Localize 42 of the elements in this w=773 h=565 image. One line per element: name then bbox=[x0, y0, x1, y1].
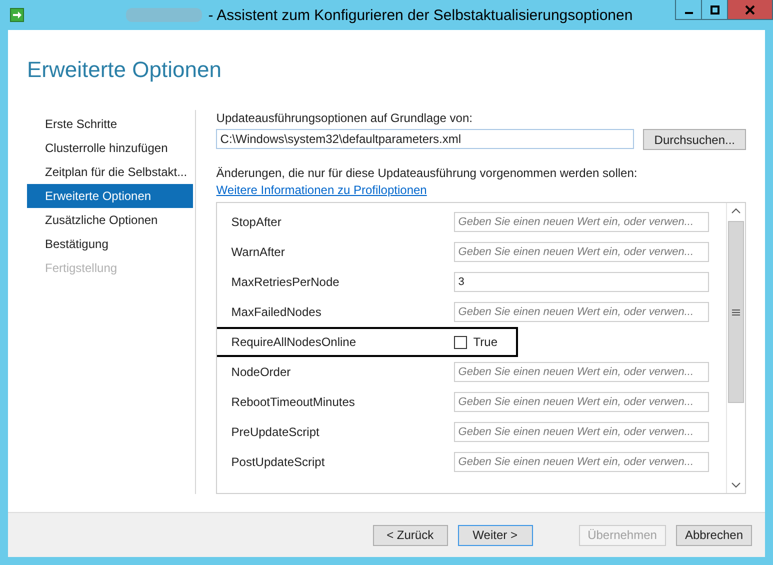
wizard-step[interactable]: Bestätigung bbox=[27, 232, 194, 256]
page-title: Erweiterte Optionen bbox=[27, 57, 222, 83]
changes-label: Änderungen, die nur für diese Updateausführung vorgenommen werden sollen: bbox=[216, 165, 638, 181]
checkbox[interactable] bbox=[454, 336, 468, 348]
scrollbar[interactable] bbox=[726, 203, 745, 493]
option-field[interactable]: Geben Sie einen neuen Wert ein, oder verwen... bbox=[454, 392, 710, 412]
option-name: MaxFailedNodes bbox=[231, 305, 322, 319]
wizard-step[interactable]: Zeitplan für die Selbstakt... bbox=[27, 160, 194, 184]
wizard-button[interactable]: Weiter > bbox=[458, 524, 533, 546]
wizard-step[interactable]: Clusterrolle hinzufügen bbox=[27, 136, 194, 160]
option-name: StopAfter bbox=[231, 215, 282, 229]
scroll-thumb[interactable] bbox=[728, 221, 744, 403]
option-field[interactable]: Geben Sie einen neuen Wert ein, oder verwen... bbox=[454, 452, 710, 472]
close-icon bbox=[745, 4, 755, 14]
window-title: - Assistent zum Konfigurieren der Selbstaktualisierungsoptionen bbox=[208, 6, 633, 24]
option-name: WarnAfter bbox=[231, 245, 286, 259]
info-link[interactable]: Weitere Informationen zu Profiloptionen bbox=[216, 181, 427, 199]
close-button[interactable] bbox=[727, 0, 773, 20]
maximize-icon bbox=[710, 4, 720, 14]
option-field[interactable]: Geben Sie einen neuen Wert ein, oder verwen... bbox=[454, 212, 710, 232]
wizard-step[interactable]: Erste Schritte bbox=[27, 112, 194, 136]
wizard-step[interactable]: Zusätzliche Optionen bbox=[27, 208, 194, 232]
source-label: Updateausführungsoptionen auf Grundlage von: bbox=[216, 110, 474, 126]
option-name: MaxRetriesPerNode bbox=[231, 275, 340, 289]
browse-button[interactable]: Durchsuchen... bbox=[643, 129, 746, 150]
option-name: PreUpdateScript bbox=[231, 425, 320, 439]
option-name: NodeOrder bbox=[231, 365, 292, 379]
minimize-icon bbox=[684, 12, 692, 14]
checkbox-label: True bbox=[473, 335, 498, 349]
option-name: RebootTimeoutMinutes bbox=[231, 395, 356, 409]
option-field[interactable]: Geben Sie einen neuen Wert ein, oder verwen... bbox=[454, 302, 710, 322]
wizard-button[interactable]: < Zurück bbox=[372, 524, 448, 546]
minimize-button[interactable] bbox=[675, 0, 702, 20]
wizard-button[interactable]: Abbrechen bbox=[676, 524, 752, 546]
wizard-step[interactable]: Erweiterte Optionen bbox=[27, 184, 194, 208]
option-field[interactable]: Geben Sie einen neuen Wert ein, oder verwen... bbox=[454, 362, 710, 382]
option-field[interactable]: Geben Sie einen neuen Wert ein, oder verwen... bbox=[454, 422, 710, 442]
option-field[interactable]: Geben Sie einen neuen Wert ein, oder verwen... bbox=[454, 242, 710, 262]
option-field[interactable]: 3 bbox=[454, 272, 710, 292]
option-name: RequireAllNodesOnline bbox=[231, 335, 358, 349]
option-name: PostUpdateScript bbox=[231, 455, 326, 469]
path-field[interactable]: C:\Windows\system32\defaultparameters.xml bbox=[216, 129, 634, 149]
